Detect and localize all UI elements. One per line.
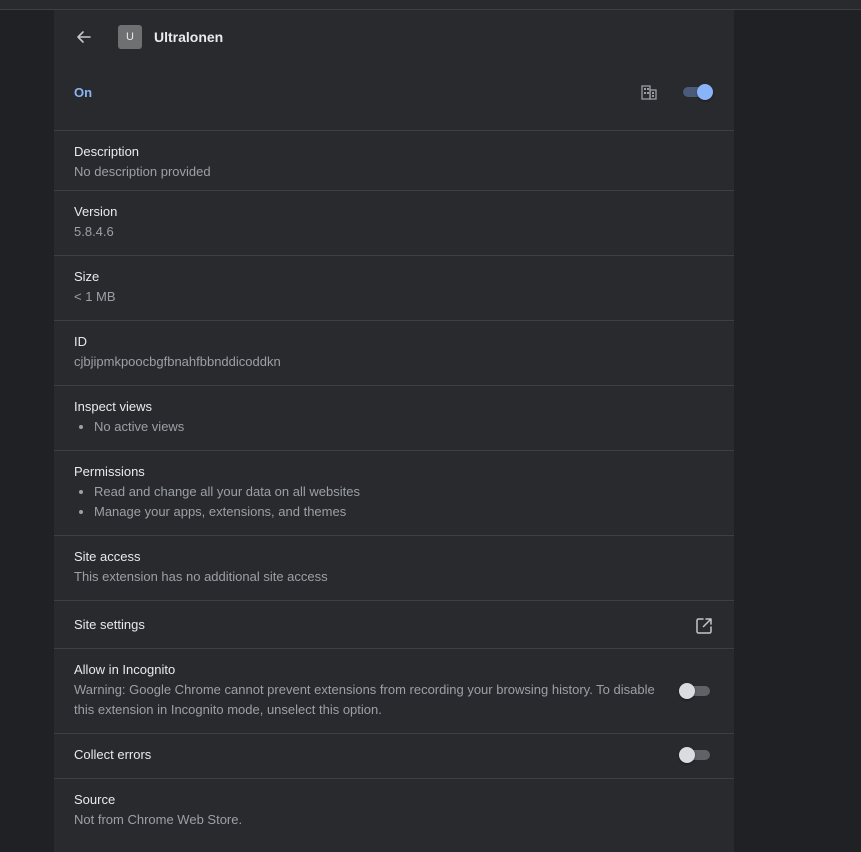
site-settings-title: Site settings (74, 617, 145, 632)
description-section: Description No description provided (54, 130, 734, 190)
open-in-new-icon[interactable] (695, 617, 713, 635)
collect-errors-section: Collect errors (54, 733, 734, 778)
toggle-knob (679, 683, 695, 699)
toggle-knob (679, 747, 695, 763)
list-item: Manage your apps, extensions, and themes (79, 502, 714, 522)
extension-title: Ultralonen (154, 29, 224, 45)
enabled-status-label: On (74, 85, 93, 100)
id-value: cjbjipmkpoocbgfbnahfbbnddicoddkn (74, 354, 281, 369)
enable-row: On (54, 65, 734, 130)
inspect-views-section: Inspect views No active views (54, 385, 734, 450)
size-title: Size (74, 269, 100, 284)
extension-icon: U (118, 25, 142, 49)
version-value: 5.8.4.6 (74, 224, 114, 239)
list-item: Read and change all your data on all web… (79, 482, 714, 502)
toggle-knob (697, 84, 713, 100)
enable-extension-toggle[interactable] (682, 84, 714, 100)
permissions-section: Permissions Read and change all your dat… (54, 450, 734, 535)
version-section: Version 5.8.4.6 (54, 190, 734, 255)
description-value: No description provided (74, 164, 211, 179)
source-value: Not from Chrome Web Store. (74, 812, 243, 827)
details-header: U Ultralonen (54, 10, 734, 65)
collect-errors-toggle[interactable] (679, 747, 711, 763)
allow-incognito-toggle[interactable] (679, 683, 711, 699)
incognito-warning: Warning: Google Chrome cannot prevent ex… (74, 682, 655, 717)
arrow-back-icon[interactable] (74, 27, 94, 47)
version-title: Version (74, 204, 118, 219)
size-value: < 1 MB (74, 289, 116, 304)
site-settings-row[interactable]: Site settings (54, 600, 734, 648)
incognito-section: Allow in Incognito Warning: Google Chrom… (54, 648, 734, 733)
site-access-value: This extension has no additional site ac… (74, 569, 328, 584)
collect-errors-title: Collect errors (74, 747, 152, 762)
extension-icon-letter: U (126, 31, 134, 43)
site-access-title: Site access (74, 549, 141, 564)
source-title: Source (74, 792, 116, 807)
inspect-views-title: Inspect views (74, 399, 153, 414)
browser-top-strip (0, 0, 861, 10)
size-section: Size < 1 MB (54, 255, 734, 320)
list-item: No active views (79, 417, 714, 437)
extension-details-card: U Ultralonen On Description No descripti… (54, 10, 734, 852)
permissions-title: Permissions (74, 464, 145, 479)
id-section: ID cjbjipmkpoocbgfbnahfbbnddicoddkn (54, 320, 734, 385)
permissions-list: Read and change all your data on all web… (74, 482, 714, 522)
source-section: Source Not from Chrome Web Store. (54, 778, 734, 848)
description-title: Description (74, 144, 140, 159)
enterprise-building-icon (641, 85, 657, 100)
incognito-title: Allow in Incognito (74, 662, 176, 677)
inspect-views-list: No active views (74, 417, 714, 437)
id-title: ID (74, 334, 87, 349)
site-access-section: Site access This extension has no additi… (54, 535, 734, 600)
